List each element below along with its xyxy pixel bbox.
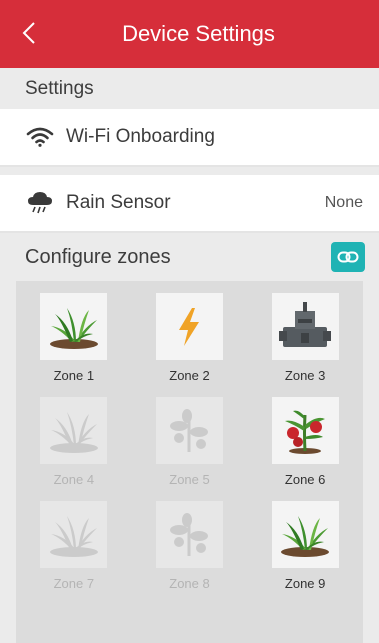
zone-item[interactable]: Zone 3 — [247, 293, 363, 383]
rain-sensor-value: None — [324, 194, 363, 211]
zone-grid: Zone 1 Zone 2 Zone 3 Zone 4 Zone 5 Zone 6 Zone… — [16, 293, 363, 591]
zone-item[interactable]: Zone 9 — [247, 501, 363, 591]
grass-icon — [40, 397, 108, 464]
zone-item[interactable]: Zone 7 — [16, 501, 132, 591]
zones-header: Configure zones — [0, 233, 379, 281]
link-zones-button[interactable] — [331, 242, 365, 272]
header-bar: Device Settings — [0, 0, 379, 68]
plant-icon — [155, 501, 223, 568]
zone-label: Zone 6 — [284, 472, 326, 487]
link-icon — [337, 251, 359, 263]
zone-label: Zone 3 — [284, 368, 326, 383]
wifi-icon — [22, 127, 58, 147]
zone-label: Zone 7 — [53, 576, 95, 591]
lightning-icon — [155, 293, 223, 360]
zone-label: Zone 2 — [169, 368, 210, 383]
zone-label: Zone 8 — [169, 576, 210, 591]
settings-heading: Settings — [25, 77, 94, 99]
zone-item[interactable]: Zone 8 — [132, 501, 248, 591]
rain-cloud-icon — [22, 191, 58, 215]
zone-label: Zone 9 — [284, 576, 326, 591]
chevron-left-icon — [22, 22, 35, 44]
zone-item[interactable]: Zone 5 — [132, 397, 248, 487]
rain-sensor-label: Rain Sensor — [66, 192, 171, 213]
zone-label: Zone 4 — [53, 472, 95, 487]
zone-label: Zone 5 — [169, 472, 210, 487]
zone-item[interactable]: Zone 4 — [16, 397, 132, 487]
grass-icon — [40, 293, 108, 360]
wifi-onboarding-label: Wi-Fi Onboarding — [66, 126, 215, 147]
tomato-plant-icon — [271, 397, 339, 464]
valve-box-icon — [271, 293, 339, 360]
zone-item[interactable]: Zone 2 — [132, 293, 248, 383]
zone-label: Zone 1 — [53, 368, 95, 383]
rain-sensor-row[interactable]: Rain Sensor None — [0, 175, 379, 233]
page-title: Device Settings — [122, 21, 275, 46]
grass-icon — [40, 501, 108, 568]
zone-item[interactable]: Zone 1 — [16, 293, 132, 383]
zones-panel: Zone 1 Zone 2 Zone 3 Zone 4 Zone 5 Zone 6 Zone… — [16, 281, 363, 643]
wifi-onboarding-row[interactable]: Wi-Fi Onboarding — [0, 109, 379, 167]
grass-icon — [271, 501, 339, 568]
zone-item[interactable]: Zone 6 — [247, 397, 363, 487]
back-button[interactable] — [14, 18, 44, 48]
zones-heading: Configure zones — [25, 245, 171, 268]
plant-icon — [155, 397, 223, 464]
divider — [0, 167, 379, 175]
